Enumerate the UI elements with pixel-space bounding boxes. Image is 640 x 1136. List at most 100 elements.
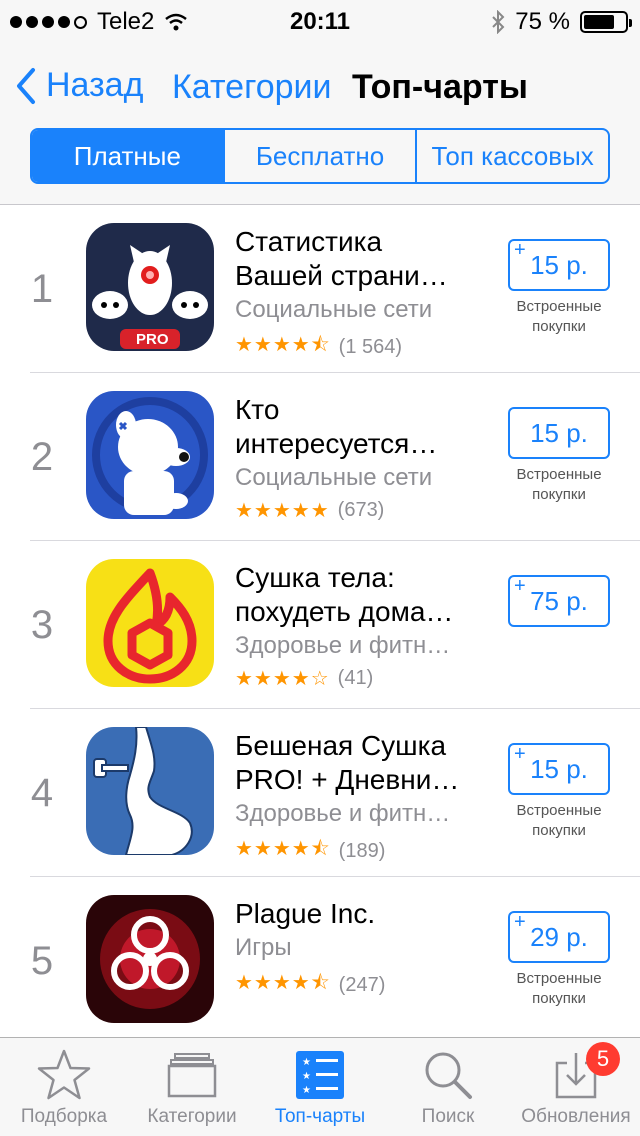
tab-featured[interactable]: Подборка [0, 1038, 128, 1136]
tab-label: Подборка [20, 1106, 108, 1127]
back-button[interactable]: Назад [16, 66, 143, 105]
iap-line2: покупки [532, 822, 586, 839]
svg-text:★: ★ [302, 1085, 311, 1096]
rank-number: 5 [30, 938, 54, 983]
app-name: Бешеная Сушка [235, 730, 447, 761]
tab-categories[interactable]: Категории [128, 1038, 256, 1136]
iap-line1: Встроенные [516, 970, 602, 987]
rank-number: 2 [30, 434, 54, 479]
iap-line2: покупки [532, 486, 586, 503]
app-category: Здоровье и фитн… [235, 800, 451, 827]
plus-icon: + [514, 743, 526, 765]
in-app-purchases-note: Встроенные покупки [500, 297, 618, 337]
list-icon: ★ ★ ★ [296, 1051, 344, 1099]
battery-icon [580, 11, 632, 33]
search-icon [425, 1052, 472, 1099]
app-category: Игры [235, 934, 292, 961]
navigation-bar: Назад Категории Топ-чарты Платные Беспла… [0, 40, 640, 205]
plus-icon: + [514, 911, 526, 933]
rating-count: (189) [338, 839, 386, 862]
list-item[interactable]: 4 Бешеная Сушка PRO! + Дневни… Здоровье … [0, 709, 640, 877]
in-app-purchases-note: Встроенные покупки [500, 465, 618, 505]
bluetooth-icon [492, 10, 505, 34]
rating-stars-icon: ★★★★☆ [235, 668, 330, 690]
iap-line1: Встроенные [516, 802, 602, 819]
tab-search[interactable]: Поиск [384, 1038, 512, 1136]
segment-top-grossing[interactable]: Топ кассовых [415, 130, 608, 182]
plus-icon: + [514, 239, 526, 261]
app-name-line2: похудеть дома… [235, 596, 454, 627]
star-icon [37, 1049, 91, 1100]
rank-number: 3 [30, 602, 54, 647]
in-app-purchases-note: Встроенные покупки [500, 969, 618, 1009]
rating-stars-icon: ★★★★⯪ [235, 334, 331, 356]
app-icon[interactable] [86, 391, 214, 519]
price-label: 75 р. [530, 585, 588, 616]
svg-text:★: ★ [302, 1057, 311, 1068]
rank-number: 1 [30, 266, 54, 311]
price-label: 15 р. [530, 249, 588, 280]
categories-link[interactable]: Категории [172, 68, 332, 107]
rating-stars-icon: ★★★★★ [235, 500, 330, 522]
app-icon[interactable] [86, 895, 214, 1023]
rank-number: 4 [30, 770, 54, 815]
rating-count: (41) [337, 667, 374, 689]
price-label: 15 р. [530, 417, 588, 448]
app-list: 1 PRO Статистика Вашей страни… Социальны… [0, 205, 640, 1045]
app-name: Кто [235, 394, 280, 425]
app-name: Сушка тела: [235, 562, 395, 593]
app-name-line2: Вашей страни… [235, 260, 448, 291]
chevron-left-icon [17, 67, 35, 104]
price-button[interactable]: + 15 р. [508, 239, 610, 291]
pro-badge: PRO [136, 331, 169, 348]
segment-free[interactable]: Бесплатно [222, 130, 416, 182]
app-category: Социальные сети [235, 296, 433, 323]
list-item[interactable]: 2 Кто интересуется… Социальные сети ★★★★… [0, 373, 640, 541]
rating-count: (247) [338, 973, 386, 996]
app-icon[interactable] [86, 559, 214, 687]
price-label: 15 р. [530, 753, 588, 784]
rating-stars-icon: ★★★★⯪ [235, 838, 331, 860]
app-category: Социальные сети [235, 464, 433, 491]
price-button[interactable]: 15 р. [508, 407, 610, 459]
back-label: Назад [46, 66, 144, 104]
plus-icon: + [514, 575, 526, 597]
iap-line2: покупки [532, 990, 586, 1007]
app-icon[interactable]: PRO [86, 223, 214, 351]
app-category: Здоровье и фитн… [235, 632, 451, 659]
in-app-purchases-note: Встроенные покупки [500, 801, 618, 841]
tab-top-charts[interactable]: ★ ★ ★ Топ-чарты [256, 1038, 384, 1136]
iap-line1: Встроенные [516, 466, 602, 483]
tab-label: Топ-чарты [274, 1106, 366, 1127]
tab-updates[interactable]: Обновления 5 [512, 1038, 640, 1136]
page-title: Топ-чарты [352, 68, 528, 106]
segmented-control: Платные Бесплатно Топ кассовых [30, 128, 610, 184]
rating-count: (673) [337, 499, 385, 521]
rating-count: (1 564) [338, 335, 403, 358]
segment-paid[interactable]: Платные [32, 130, 223, 182]
battery-percent: 75 % [515, 8, 570, 35]
price-label: 29 р. [530, 921, 588, 952]
iap-line1: Встроенные [516, 298, 602, 315]
app-name-line2: PRO! + Дневни… [235, 764, 460, 795]
svg-text:★: ★ [302, 1071, 311, 1082]
categories-icon [167, 1053, 217, 1098]
app-icon[interactable] [86, 727, 214, 855]
price-button[interactable]: + 15 р. [508, 743, 610, 795]
tab-bar: Подборка Категории ★ ★ ★ Топ-чарты Поиск… [0, 1037, 640, 1136]
app-name: Plague Inc. [235, 898, 376, 929]
updates-badge: 5 [586, 1042, 620, 1076]
rating-stars-icon: ★★★★⯪ [235, 972, 331, 994]
app-name: Статистика [235, 226, 383, 257]
app-name-line2: интересуется… [235, 428, 438, 459]
list-item[interactable]: 1 PRO Статистика Вашей страни… Социальны… [0, 205, 640, 373]
list-item[interactable]: 3 Сушка тела: похудеть дома… Здоровье и … [0, 541, 640, 709]
price-button[interactable]: + 29 р. [508, 911, 610, 963]
iap-line2: покупки [532, 318, 586, 335]
tab-label: Обновления [521, 1106, 631, 1127]
tab-label: Поиск [421, 1106, 475, 1127]
list-item[interactable]: 5 Plague Inc. Игры ★★★★⯪ (247) + 29 р. Вс… [0, 877, 640, 1045]
status-bar: Tele2 20:11 75 % [0, 0, 640, 40]
price-button[interactable]: + 75 р. [508, 575, 610, 627]
tab-label: Категории [147, 1106, 237, 1127]
